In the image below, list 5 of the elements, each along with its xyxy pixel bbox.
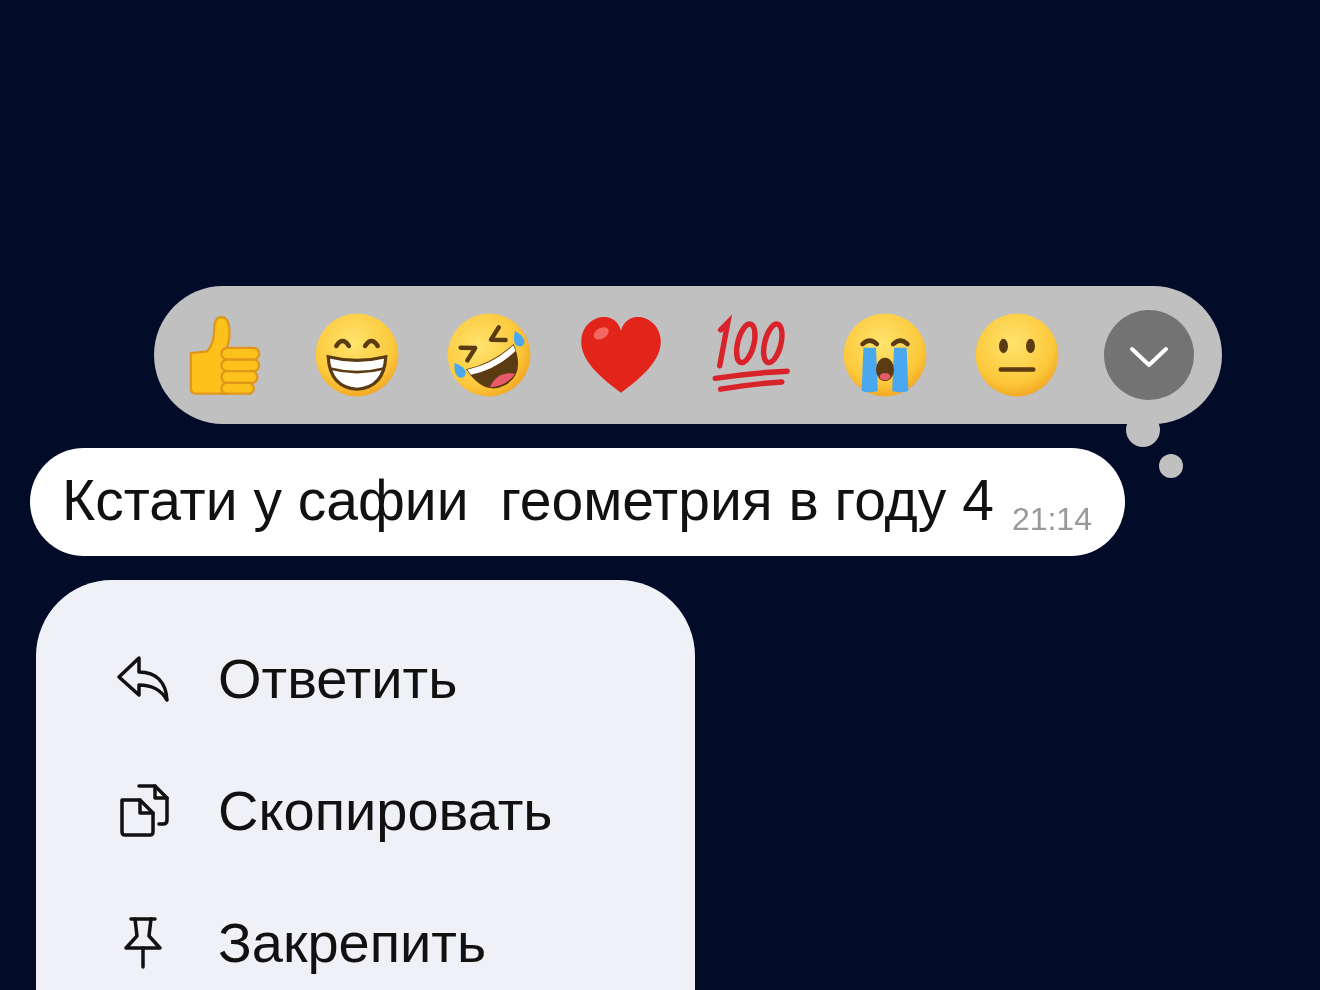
menu-item[interactable]: Скопировать [115,762,695,858]
menu-item[interactable]: Ответить [115,630,695,726]
menu-item[interactable]: Закрепить [115,894,695,990]
message-time: 21:14 [1011,500,1092,538]
message-text: Кстати у сафии геометрия в году 4 [62,468,994,532]
